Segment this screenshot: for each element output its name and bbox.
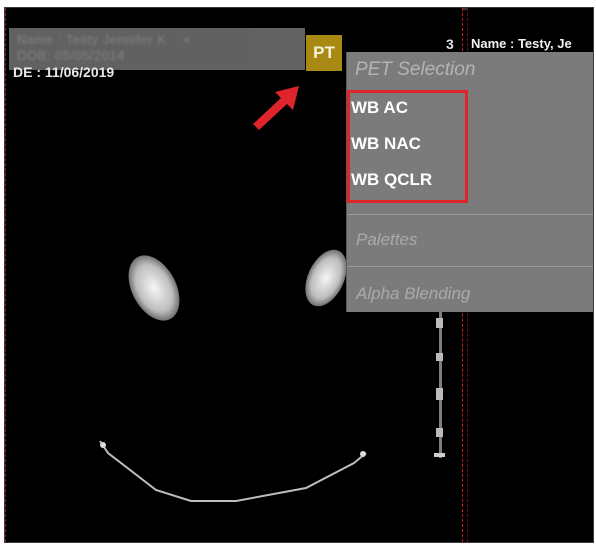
patient-info-text: Name : Testy Jennifer K × DOB: 05/05/201… [17, 32, 191, 63]
menu-item-wb-qclr[interactable]: WB QCLR [351, 170, 432, 190]
date-label: DE : 11/06/2019 [13, 64, 115, 80]
viewport-number: 3 [446, 36, 454, 52]
patient-name-label: Name : Testy, Je [471, 36, 572, 51]
ruler-marks [434, 308, 445, 458]
menu-separator [347, 266, 593, 267]
menu-item-wb-ac[interactable]: WB AC [351, 98, 408, 118]
menu-item-wb-nac[interactable]: WB NAC [351, 134, 421, 154]
arrow-up-right-icon [253, 86, 299, 130]
menu-item-palettes[interactable]: Palettes [356, 230, 417, 250]
pt-button[interactable]: PT [306, 35, 342, 71]
menu-item-alpha-blending[interactable]: Alpha Blending [356, 284, 470, 304]
menu-header: PET Selection [355, 59, 476, 80]
pet-selection-menu: PET Selection WB AC WB NAC WB QCLR Palet… [346, 52, 593, 312]
menu-separator [347, 214, 593, 215]
viewer-frame: Name : Testy Jennifer K × DOB: 05/05/201… [4, 7, 594, 543]
